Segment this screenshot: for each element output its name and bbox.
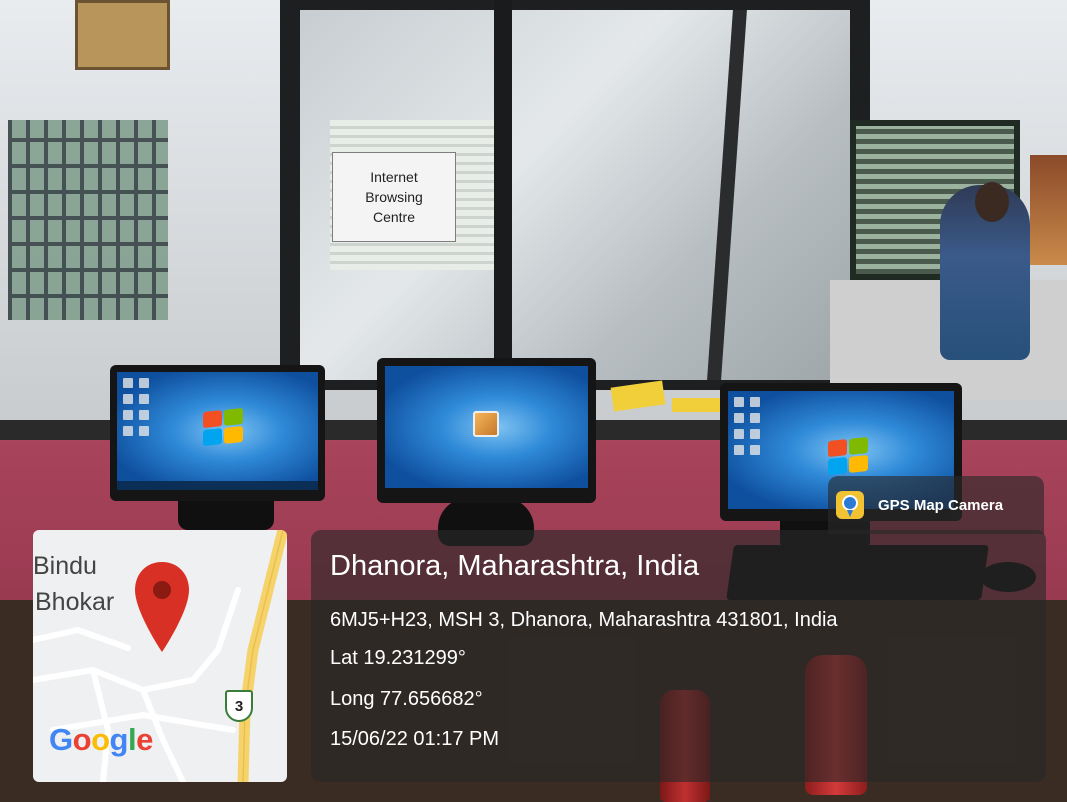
taskbar — [117, 481, 318, 490]
location-longitude: Long 77.656682° — [330, 688, 483, 710]
location-title: Dhanora, Maharashtra, India — [330, 550, 700, 582]
location-address: 6MJ5+H23, MSH 3, Dhanora, Maharashtra 43… — [330, 609, 838, 631]
left-window-grill — [8, 120, 168, 320]
map-label-bhokar: Bhokar — [35, 588, 115, 616]
monitor-left-screen — [117, 372, 318, 490]
map-pin-icon — [135, 562, 189, 652]
sign-text: Internet Browsing Centre — [365, 169, 423, 225]
gps-map-camera-badge: GPS Map Camera — [828, 476, 1044, 534]
wall-poster — [1030, 155, 1067, 265]
sticky-note — [672, 398, 724, 412]
desktop-icons — [123, 378, 149, 436]
badge-label: GPS Map Camera — [878, 496, 1004, 514]
internet-browsing-centre-sign: Internet Browsing Centre — [332, 152, 456, 242]
photo-scene: Internet Browsing Centre GPS Map Camera … — [0, 0, 1067, 802]
person-head — [975, 182, 1009, 222]
user-account-icon — [473, 411, 499, 437]
glass-frame-post — [494, 0, 512, 385]
gps-map-camera-icon — [836, 491, 864, 519]
map-label-bindu: Bindu — [33, 552, 97, 580]
monitor-stand — [178, 496, 274, 530]
desktop-icons — [734, 397, 760, 455]
google-logo: Google — [49, 722, 153, 757]
route-shield-icon: 3 — [225, 690, 253, 722]
windows-logo-icon — [828, 436, 868, 476]
location-latitude: Lat 19.231299° — [330, 647, 466, 669]
monitor-left — [110, 365, 325, 501]
windows-logo-icon — [203, 407, 243, 447]
monitor-center — [377, 358, 596, 503]
notice-board — [75, 0, 170, 70]
location-datetime: 15/06/22 01:17 PM — [330, 728, 500, 750]
map-thumbnail: Bindu Bhokar 3 Google — [33, 530, 287, 782]
monitor-center-screen — [385, 366, 588, 488]
